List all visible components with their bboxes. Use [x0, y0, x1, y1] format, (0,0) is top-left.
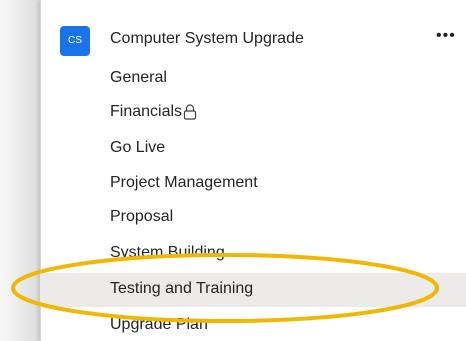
channel-item-financials[interactable]: Financials	[40, 96, 466, 130]
channel-item-upgrade-plan[interactable]: Upgrade Plan	[40, 309, 466, 341]
channel-item-project-management[interactable]: Project Management	[40, 167, 466, 201]
team-name[interactable]: Computer System Upgrade	[110, 30, 304, 48]
channel-label: Proposal	[110, 208, 174, 225]
channel-label: General	[110, 69, 167, 86]
channel-list-panel: CS Computer System Upgrade ••• General F…	[40, 0, 466, 341]
channel-label: System Building	[110, 244, 225, 261]
app-background	[0, 0, 40, 341]
channel-item-testing-and-training[interactable]: Testing and Training	[40, 273, 466, 307]
channel-label: Financials	[110, 103, 183, 120]
channel-label: Go Live	[110, 139, 166, 156]
channel-label: Upgrade Plan	[110, 316, 208, 333]
channel-item-general[interactable]: General	[40, 62, 466, 96]
channel-label: Project Management	[110, 174, 258, 191]
team-avatar: CS	[60, 26, 90, 56]
channel-label: Testing and Training	[110, 280, 254, 297]
ellipsis-icon[interactable]: •••	[436, 26, 460, 50]
team-header[interactable]: CS Computer System Upgrade •••	[60, 26, 460, 56]
lock-icon	[183, 104, 197, 120]
channel-item-proposal[interactable]: Proposal	[40, 201, 466, 235]
channel-item-go-live[interactable]: Go Live	[40, 132, 466, 166]
channel-item-system-building[interactable]: System Building	[40, 237, 466, 271]
